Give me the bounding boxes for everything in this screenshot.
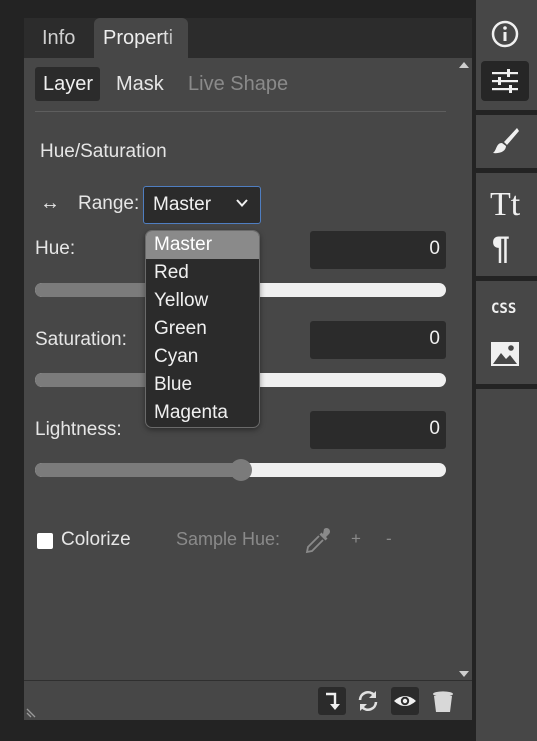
range-option-cyan[interactable]: Cyan <box>146 343 259 371</box>
sample-hue-label: Sample Hue: <box>176 529 281 549</box>
panel-footer <box>24 680 472 720</box>
range-label: Range: <box>78 193 140 214</box>
image-panel-button[interactable] <box>481 334 529 374</box>
range-option-red[interactable]: Red <box>146 259 259 287</box>
subtab-layer[interactable]: Layer <box>35 67 100 101</box>
visibility-eye-icon <box>394 696 416 706</box>
properties-panel-button[interactable] <box>481 61 529 101</box>
panel-tab-bar: Info Properti <box>24 18 472 58</box>
range-option-blue[interactable]: Blue <box>146 371 259 399</box>
toolbar-separator <box>476 110 537 115</box>
subtab-live-shape: Live Shape <box>188 73 289 95</box>
range-option-master[interactable]: Master <box>146 231 259 259</box>
subtract-sample-button[interactable]: - <box>386 529 392 549</box>
saturation-value: 0 <box>429 328 440 349</box>
trash-icon <box>433 691 453 712</box>
eyedropper-icon[interactable] <box>302 525 334 557</box>
reset-button[interactable] <box>354 687 382 715</box>
colorize-label[interactable]: Colorize <box>61 529 131 551</box>
hue-label: Hue: <box>35 238 76 259</box>
toolbar-separator <box>476 276 537 281</box>
saturation-label: Saturation: <box>35 329 127 350</box>
tab-properties-label: Properti <box>103 27 174 49</box>
toolbar-separator <box>476 168 537 173</box>
delete-button[interactable] <box>429 687 457 715</box>
lightness-input[interactable]: 0 <box>310 411 446 449</box>
reset-icon <box>358 691 378 711</box>
right-toolbar: Tt ¶ CSS <box>476 0 537 741</box>
lightness-value: 0 <box>429 418 440 439</box>
lightness-slider-fill <box>35 463 241 477</box>
chevron-down-icon <box>236 199 248 207</box>
character-panel-button[interactable]: Tt <box>481 180 529 220</box>
info-icon <box>491 20 519 48</box>
info-panel-button[interactable] <box>481 14 529 54</box>
toolbar-separator <box>476 384 537 389</box>
range-option-yellow[interactable]: Yellow <box>146 287 259 315</box>
saturation-input[interactable]: 0 <box>310 321 446 359</box>
image-icon <box>491 342 519 366</box>
css-panel-button[interactable]: CSS <box>481 288 529 328</box>
adjustments-sliders-icon <box>492 69 518 93</box>
scroll-up-arrow-icon[interactable] <box>459 62 469 68</box>
css-icon: CSS <box>491 301 516 317</box>
tt-glyph: Tt <box>490 186 521 219</box>
vertical-scrollbar[interactable] <box>456 72 472 668</box>
lightness-slider-thumb[interactable] <box>229 459 252 481</box>
range-option-magenta[interactable]: Magenta <box>146 399 259 427</box>
hue-input[interactable]: 0 <box>310 231 446 269</box>
paragraph-panel-button[interactable]: ¶ <box>481 226 529 266</box>
add-sample-button[interactable]: + <box>351 529 361 549</box>
css-glyph: CSS <box>491 301 516 317</box>
paragraph-glyph: ¶ <box>492 231 510 265</box>
tab-properties[interactable]: Properti <box>94 18 188 58</box>
range-dropdown-list: Master Red Yellow Green Cyan Blue Magent… <box>145 230 260 428</box>
colorize-checkbox[interactable] <box>37 533 53 549</box>
range-option-green[interactable]: Green <box>146 315 259 343</box>
paragraph-icon: ¶ <box>492 231 510 265</box>
subtab-mask[interactable]: Mask <box>108 67 172 101</box>
range-select-value: Master <box>153 194 212 215</box>
hue-value: 0 <box>429 238 440 259</box>
resize-grip-icon[interactable] <box>26 704 40 718</box>
lightness-slider[interactable] <box>35 459 446 481</box>
character-tt-icon: Tt <box>490 186 521 219</box>
lightness-label: Lightness: <box>35 419 122 440</box>
brush-panel-button[interactable] <box>481 120 529 160</box>
divider <box>35 111 446 112</box>
clip-to-layer-button[interactable] <box>318 687 346 715</box>
range-select[interactable]: Master <box>143 186 261 224</box>
tab-info[interactable]: Info <box>33 18 95 58</box>
clip-to-layer-icon <box>326 692 340 710</box>
range-arrows-icon: ↔ <box>40 192 60 214</box>
brush-icon <box>493 128 519 154</box>
scroll-down-arrow-icon[interactable] <box>459 671 469 677</box>
toggle-visibility-button[interactable] <box>391 687 419 715</box>
adjustment-title: Hue/Saturation <box>40 141 167 162</box>
